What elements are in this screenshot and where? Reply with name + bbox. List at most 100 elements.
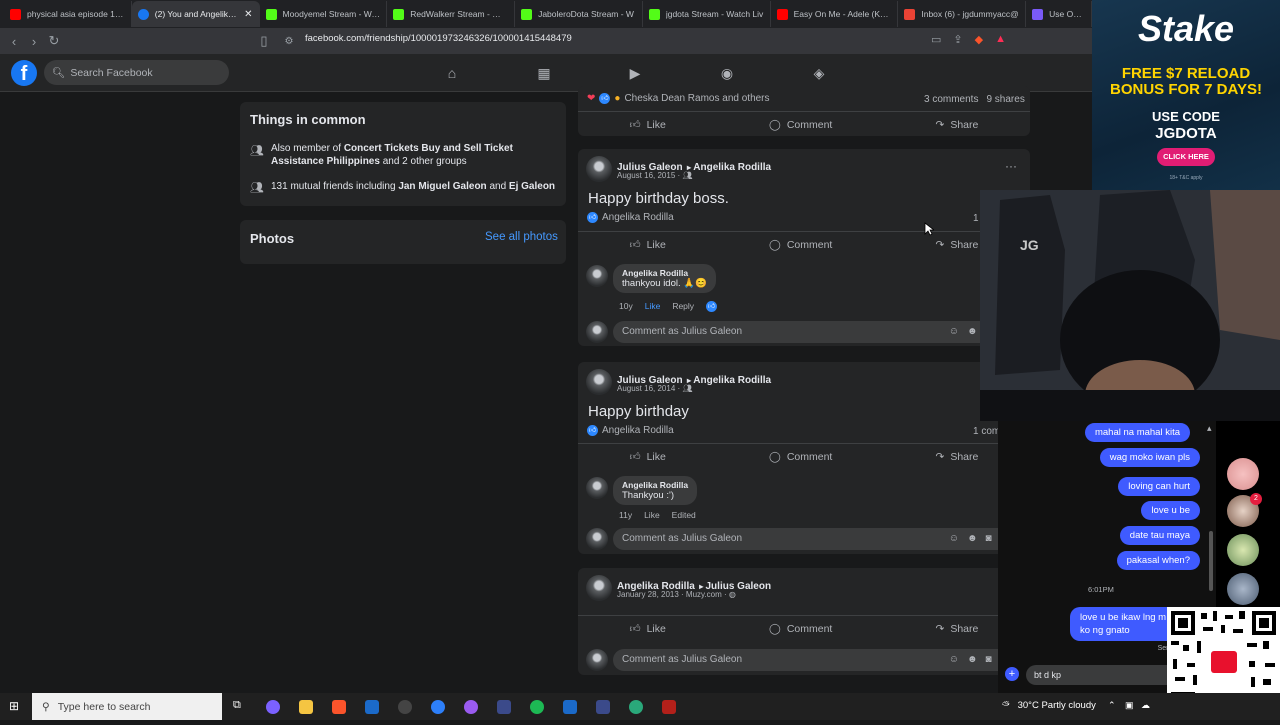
emoji-icon[interactable]: ☻ — [967, 528, 978, 550]
comment-avatar[interactable] — [586, 265, 608, 287]
comment-author[interactable]: Angelika Rodilla — [622, 480, 688, 490]
dota-icon[interactable] — [662, 700, 676, 714]
chat-head-avatar[interactable] — [1227, 458, 1259, 490]
like-button[interactable]: 👍︎ Like — [630, 450, 666, 464]
avatar-sticker-icon[interactable]: ☺ — [949, 321, 959, 343]
chat-head-avatar[interactable] — [1227, 573, 1259, 605]
app-icon[interactable] — [464, 700, 478, 714]
emoji-icon[interactable]: ☻ — [967, 321, 978, 343]
more-options-icon[interactable]: ··· — [1005, 159, 1017, 173]
avatar[interactable] — [586, 156, 612, 182]
back-icon[interactable]: ‹ — [4, 34, 24, 49]
tray-icon[interactable]: ▣ — [1125, 700, 1134, 711]
friend-link[interactable]: Ej Galeon — [509, 181, 555, 192]
copilot-icon[interactable] — [266, 700, 280, 714]
brave-browser-icon[interactable] — [332, 700, 346, 714]
tray-chevron-icon[interactable]: ⌃ — [1108, 700, 1116, 711]
reactions-summary[interactable]: 👍︎ Angelika Rodilla — [587, 212, 674, 223]
comment-like-button[interactable]: Like — [644, 510, 660, 520]
avatar[interactable] — [586, 369, 612, 395]
browser-tab[interactable]: physical asia episode 1 - Y — [4, 1, 132, 27]
comment-button[interactable]: ◯ Comment — [769, 239, 832, 251]
task-view-icon[interactable]: ⧉ — [233, 699, 241, 712]
comment-button[interactable]: ◯ Comment — [769, 623, 832, 635]
like-button[interactable]: 👍︎ Like — [630, 118, 666, 132]
share-icon[interactable]: ⇪ — [953, 33, 962, 46]
comment-input[interactable]: Comment as Julius Galeon ☺☻◙▣ — [613, 321, 1015, 343]
feeds-icon[interactable]: ▦ — [535, 65, 553, 81]
shares-count[interactable]: 9 shares — [986, 94, 1024, 105]
comments-count[interactable]: 1 — [973, 213, 979, 224]
steam-icon[interactable] — [365, 700, 379, 714]
comment-reply-button[interactable]: Reply — [672, 301, 694, 312]
browser-tab[interactable]: jgdota Stream - Watch Liv — [643, 1, 771, 27]
browser-tab[interactable]: Inbox (6) - jgdummyacc@ — [898, 1, 1027, 27]
url-field[interactable]: facebook.com/friendship/100001973246326/… — [305, 33, 572, 44]
share-button[interactable]: ↷ Share — [936, 623, 979, 635]
browser-tab[interactable]: Moodyemel Stream - Watc — [260, 1, 388, 27]
post-date[interactable]: August 16, 2014 · 👥︎ — [617, 384, 693, 393]
chrome-icon[interactable] — [629, 700, 643, 714]
browser-tab[interactable]: Use OTP To Pro — [1026, 1, 1093, 27]
target-link[interactable]: Angelika Rodilla — [693, 375, 771, 386]
reactions-summary[interactable]: 👍︎ Angelika Rodilla — [587, 425, 674, 436]
browser-tab[interactable]: JaboleroDota Stream - W — [515, 1, 643, 27]
weather-widget[interactable]: ⛅︎ 30°C Partly cloudy — [1002, 700, 1096, 711]
file-explorer-icon[interactable] — [299, 700, 313, 714]
reload-icon[interactable]: ↻ — [44, 33, 64, 49]
avatar-sticker-icon[interactable]: ☺ — [949, 649, 959, 671]
spotify-icon[interactable] — [530, 700, 544, 714]
share-button[interactable]: ↷ Share — [936, 119, 979, 131]
windows-start-icon[interactable]: ⊞ — [9, 699, 19, 713]
browser-tab-active[interactable]: (2) You and Angelika R ✕ — [131, 1, 260, 27]
comment-avatar[interactable] — [586, 477, 608, 499]
browser-tab[interactable]: Easy On Me - Adele (Kara — [771, 1, 899, 27]
vscode-icon[interactable] — [596, 700, 610, 714]
facebook-logo-icon[interactable]: f — [11, 60, 37, 86]
chat-scrollbar[interactable] — [1209, 531, 1213, 591]
like-button[interactable]: 👍︎ Like — [630, 622, 666, 636]
bookmark-icon[interactable]: ▯ — [254, 33, 274, 49]
brave-rewards-icon[interactable]: ▲ — [995, 33, 1006, 46]
share-button[interactable]: ↷ Share — [936, 239, 979, 251]
taskbar-search-input[interactable]: ⚲ Type here to search — [32, 693, 222, 720]
home-icon[interactable]: ⌂ — [443, 65, 461, 81]
video-icon[interactable]: ▶ — [626, 65, 644, 81]
obs-icon[interactable] — [398, 700, 412, 714]
comment-button[interactable]: ◯ Comment — [769, 119, 832, 131]
comment-input[interactable]: Comment as Julius Galeon ☺☻◙▣ — [613, 528, 1015, 550]
chat-head-avatar[interactable] — [1227, 534, 1259, 566]
share-button[interactable]: ↷ Share — [936, 451, 979, 463]
comment-like-button[interactable]: Like — [645, 301, 661, 312]
avatar[interactable] — [586, 575, 612, 601]
scroll-up-icon[interactable]: ▴ — [1207, 423, 1212, 434]
gaming-icon[interactable]: ◈ — [810, 65, 828, 81]
comments-count[interactable]: 1 com — [973, 426, 1000, 437]
emoji-icon[interactable]: ☻ — [967, 649, 978, 671]
install-icon[interactable]: ▭ — [931, 33, 941, 46]
camera-icon[interactable]: ◙ — [986, 649, 992, 671]
chat-plus-icon[interactable]: + — [1005, 667, 1019, 681]
close-icon[interactable]: ✕ — [244, 9, 252, 20]
comments-count[interactable]: 3 comments — [924, 94, 978, 105]
target-link[interactable]: Angelika Rodilla — [693, 162, 771, 173]
steam-icon[interactable] — [563, 700, 577, 714]
comment-button[interactable]: ◯ Comment — [769, 451, 832, 463]
post-date[interactable]: January 28, 2013 · Muzy.com · ◍ — [617, 590, 736, 599]
post-date[interactable]: August 16, 2015 · 👥︎ — [617, 171, 693, 180]
network-icon[interactable]: ☁ — [1141, 700, 1150, 711]
comment-age[interactable]: 10y — [619, 301, 633, 312]
groups-icon[interactable]: ◉ — [718, 65, 736, 81]
see-all-photos-link[interactable]: See all photos — [485, 231, 558, 243]
app-icon[interactable] — [431, 700, 445, 714]
avatar-sticker-icon[interactable]: ☺ — [949, 528, 959, 550]
forward-icon[interactable]: › — [24, 34, 44, 49]
comment-input[interactable]: Comment as Julius Galeon ☺☻◙▣ — [613, 649, 1015, 671]
vscode-icon[interactable] — [497, 700, 511, 714]
comment-author[interactable]: Angelika Rodilla — [622, 268, 707, 278]
site-settings-icon[interactable]: ⚙ — [279, 36, 299, 47]
comment-age[interactable]: 11y — [619, 510, 632, 520]
friend-link[interactable]: Jan Miguel Galeon — [398, 181, 486, 192]
brave-shield-icon[interactable]: ◆ — [975, 33, 983, 46]
reactions-summary[interactable]: ❤ 👍︎ ● Cheska Dean Ramos and others — [587, 93, 770, 104]
